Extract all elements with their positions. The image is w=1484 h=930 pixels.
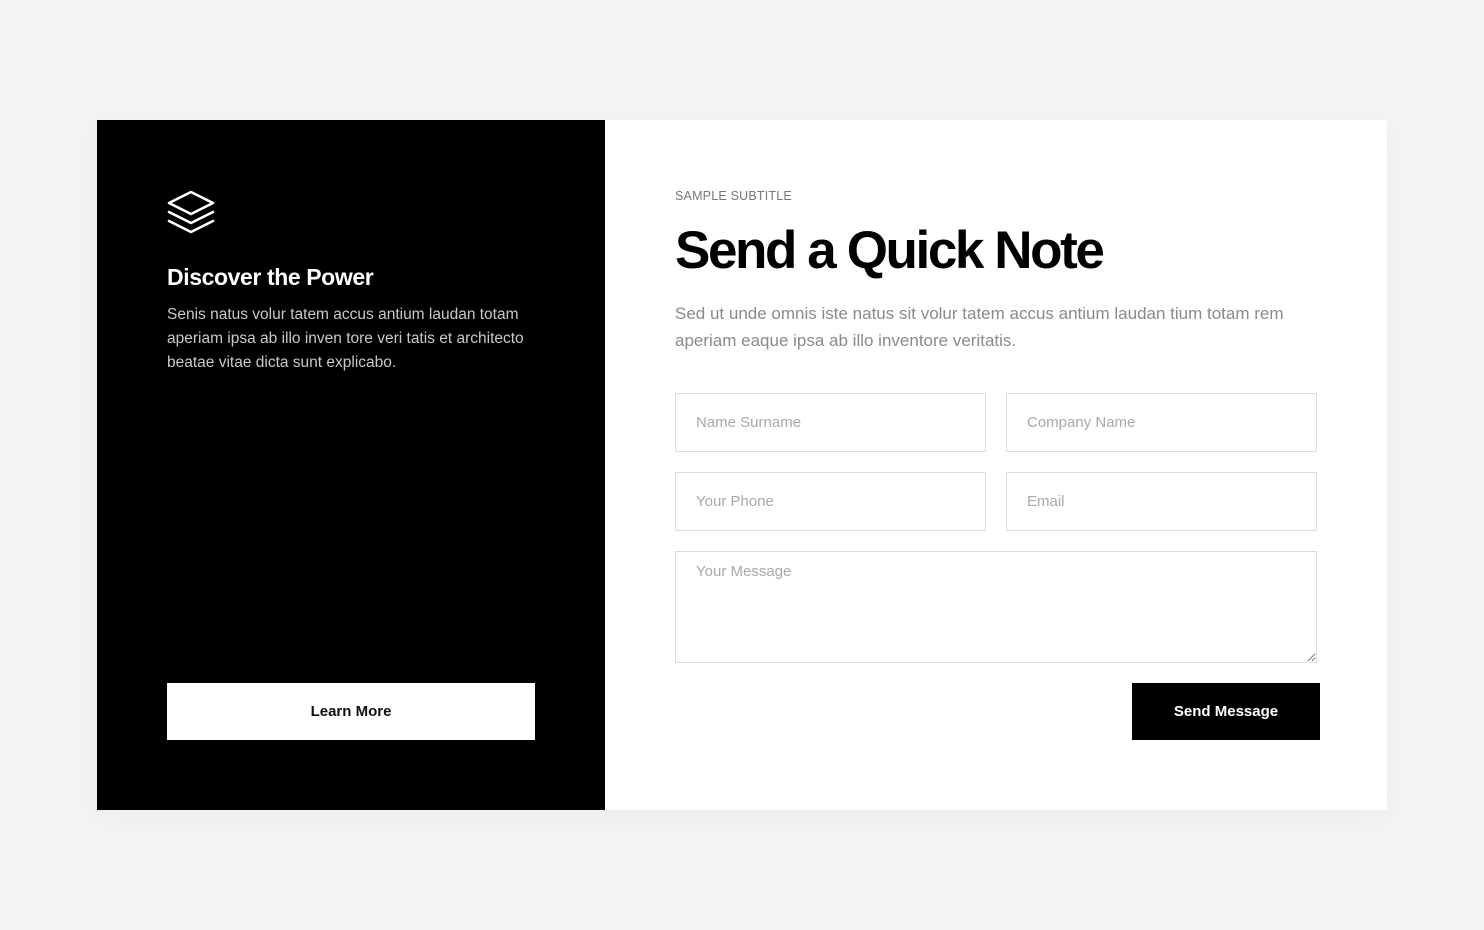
message-field[interactable]	[675, 551, 1317, 663]
learn-more-button[interactable]: Learn More	[167, 683, 535, 740]
info-title: Discover the Power	[167, 264, 374, 290]
info-text: Senis natus volur tatem accus antium lau…	[167, 306, 524, 371]
section-description: Sed ut unde omnis iste natus sit volur t…	[675, 304, 1284, 350]
send-message-button[interactable]: Send Message	[1132, 683, 1320, 740]
name-field[interactable]	[675, 393, 986, 452]
page-title: Send a Quick Note	[675, 221, 1105, 280]
phone-field[interactable]	[675, 472, 986, 531]
form-row-2	[675, 472, 1317, 531]
company-field[interactable]	[1006, 393, 1317, 452]
layers-icon	[167, 190, 215, 234]
info-panel: Discover the Power Senis natus volur tat…	[97, 120, 605, 810]
form-row-1	[675, 393, 1317, 452]
contact-form	[675, 393, 1317, 663]
contact-card: Discover the Power Senis natus volur tat…	[97, 120, 1387, 810]
email-field[interactable]	[1006, 472, 1317, 531]
section-subtitle: Sample Subtitle	[675, 189, 792, 203]
form-panel: Sample Subtitle Send a Quick Note Sed ut…	[605, 120, 1390, 810]
